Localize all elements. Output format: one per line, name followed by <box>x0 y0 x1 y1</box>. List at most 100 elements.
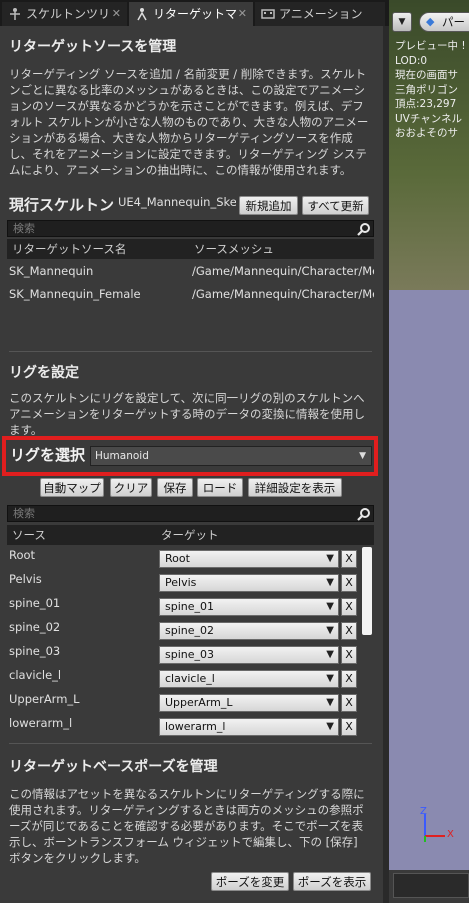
close-icon[interactable]: ✕ <box>112 2 121 26</box>
perspective-icon: ◆ <box>426 15 435 28</box>
retarget-manager-panel: リターゲットソースを管理 リターゲティング ソースを追加 / 名前変更 / 削除… <box>0 26 383 903</box>
tab-label: リターゲットマ <box>153 7 238 21</box>
chevron-down-icon: ▼ <box>326 553 334 564</box>
clear-button[interactable]: クリア <box>110 478 152 497</box>
source-name: SK_Mannequin_Female <box>9 287 141 301</box>
clear-mapping-button[interactable]: X <box>341 550 357 568</box>
chevron-down-icon: ▼ <box>359 451 366 461</box>
axis-z-label: Z <box>420 806 427 817</box>
chevron-down-icon: ▼ <box>326 649 334 660</box>
retarget-source-search[interactable]: 検索 <box>7 220 374 237</box>
bone-target-dropdown[interactable]: spine_02 ▼ <box>159 622 339 640</box>
viewport-menu-button[interactable]: ▼ <box>392 12 412 32</box>
perspective-button[interactable]: ◆ パー <box>419 12 469 32</box>
tab-label: スケルトンツリ <box>26 7 111 21</box>
clear-mapping-button[interactable]: X <box>341 574 357 592</box>
save-button[interactable]: 保存 <box>157 478 193 497</box>
refresh-all-button[interactable]: すべて更新 <box>302 196 369 215</box>
info-line: おおよそのサ <box>395 127 458 139</box>
info-line: 三角ポリゴン <box>395 83 458 96</box>
base-pose-description: この情報はアセットを異なるスケルトンにリターゲティングする際に使用されます。リタ… <box>9 787 365 865</box>
close-icon[interactable]: ✕ <box>238 2 247 26</box>
source-name: SK_Mannequin <box>9 264 94 278</box>
info-line: 頂点:23,297 <box>395 98 457 110</box>
bone-target-value: clavicle_l <box>165 672 215 685</box>
list-scrollbar-thumb[interactable] <box>362 547 372 635</box>
film-icon <box>261 9 275 19</box>
rig-search[interactable]: 検索 <box>7 505 374 522</box>
column-target: ターゲット <box>161 528 219 542</box>
current-skeleton-label: 現行スケルトン <box>9 196 115 214</box>
rig-select-dropdown[interactable]: Humanoid ▼ <box>90 446 372 466</box>
add-new-button[interactable]: 新規追加 <box>239 196 298 215</box>
load-button[interactable]: ロード <box>197 478 243 497</box>
bone-source: spine_03 <box>9 644 61 658</box>
column-source-name: リターゲットソース名 <box>12 242 127 256</box>
tab-retarget-manager[interactable]: リターゲットマ ✕ <box>129 2 253 26</box>
bone-target-dropdown[interactable]: lowerarm_l ▼ <box>159 718 339 736</box>
column-source-mesh: ソースメッシュ <box>194 242 274 256</box>
retarget-source-header: リターゲットソース名 ソースメッシュ <box>7 239 374 259</box>
divider <box>9 743 372 744</box>
chevron-down-icon: ▼ <box>326 577 334 588</box>
bone-target-dropdown[interactable]: Root ▼ <box>159 550 339 568</box>
search-icon <box>357 508 370 521</box>
base-pose-heading: リターゲットベースポーズを管理 <box>9 759 218 775</box>
clear-mapping-button[interactable]: X <box>341 670 357 688</box>
chevron-down-icon: ▼ <box>326 697 334 708</box>
bone-target-value: spine_03 <box>165 648 215 661</box>
bone-target-dropdown[interactable]: spine_01 ▼ <box>159 598 339 616</box>
bone-target-dropdown[interactable]: spine_03 ▼ <box>159 646 339 664</box>
show-advanced-button[interactable]: 詳細設定を表示 <box>248 478 342 497</box>
modify-pose-button[interactable]: ポーズを変更 <box>211 872 289 891</box>
bone-source: spine_01 <box>9 596 61 610</box>
bone-target-dropdown[interactable]: clavicle_l ▼ <box>159 670 339 688</box>
clear-mapping-button[interactable]: X <box>341 598 357 616</box>
tab-label: アニメーション <box>279 7 363 21</box>
clear-mapping-button[interactable]: X <box>341 718 357 736</box>
search-placeholder: 検索 <box>13 222 35 235</box>
tab-skeleton-tree[interactable]: スケルトンツリ ✕ <box>2 2 127 26</box>
bone-target-dropdown[interactable]: UpperArm_L ▼ <box>159 694 339 712</box>
info-line: UVチャンネル <box>395 112 463 125</box>
retarget-source-description: リターゲティング ソースを追加 / 名前変更 / 削除できます。スケルトンごとに… <box>9 67 369 177</box>
bone-source: lowerarm_l <box>9 716 73 730</box>
viewport-sky <box>389 290 469 870</box>
search-icon <box>357 223 370 236</box>
bone-target-dropdown[interactable]: Pelvis ▼ <box>159 574 339 592</box>
tab-bar: スケルトンツリ ✕ リターゲットマ ✕ アニメーション <box>0 0 389 26</box>
clear-mapping-button[interactable]: X <box>341 646 357 664</box>
axis-x-label: X <box>447 829 454 840</box>
viewport-bottom-bar <box>389 870 469 903</box>
viewport-info: プレビュー中 ! LOD:0 現在の画面サ 三角ポリゴン 頂点:23,297 U… <box>395 39 466 141</box>
chevron-down-icon: ▼ <box>326 721 334 732</box>
auto-map-button[interactable]: 自動マップ <box>40 478 104 497</box>
chevron-down-icon: ▼ <box>326 673 334 684</box>
source-mesh: /Game/Mannequin/Character/Mes <box>192 287 374 301</box>
bone-target-value: UpperArm_L <box>165 696 233 709</box>
bone-target-value: lowerarm_l <box>165 720 226 733</box>
rig-select-highlight: リグを選択 Humanoid ▼ <box>2 436 378 476</box>
skeleton-icon <box>10 8 20 20</box>
clear-mapping-button[interactable]: X <box>341 694 357 712</box>
bone-target-value: Pelvis <box>165 576 197 589</box>
clear-mapping-button[interactable]: X <box>341 622 357 640</box>
viewport[interactable]: ▼ ◆ パー プレビュー中 ! LOD:0 現在の画面サ 三角ポリゴン 頂点:2… <box>389 0 469 903</box>
timeline-field[interactable] <box>393 873 469 898</box>
bone-source: Root <box>9 548 36 562</box>
bone-target-value: spine_01 <box>165 600 215 613</box>
column-source: ソース <box>12 528 46 542</box>
retarget-icon <box>137 8 147 21</box>
retarget-source-heading: リターゲットソースを管理 <box>9 39 177 55</box>
rig-heading: リグを設定 <box>9 365 79 381</box>
rig-select-label: リグを選択 <box>10 446 86 464</box>
view-pose-button[interactable]: ポーズを表示 <box>293 872 371 891</box>
bone-target-value: Root <box>165 552 190 565</box>
current-skeleton-value: UE4_Mannequin_Skele <box>118 195 236 209</box>
tab-animation[interactable]: アニメーション <box>255 2 385 26</box>
info-line: プレビュー中 ! <box>395 40 466 52</box>
divider <box>9 351 372 352</box>
bone-source: clavicle_l <box>9 668 62 682</box>
bone-source: spine_02 <box>9 620 61 634</box>
bone-target-value: spine_02 <box>165 624 215 637</box>
